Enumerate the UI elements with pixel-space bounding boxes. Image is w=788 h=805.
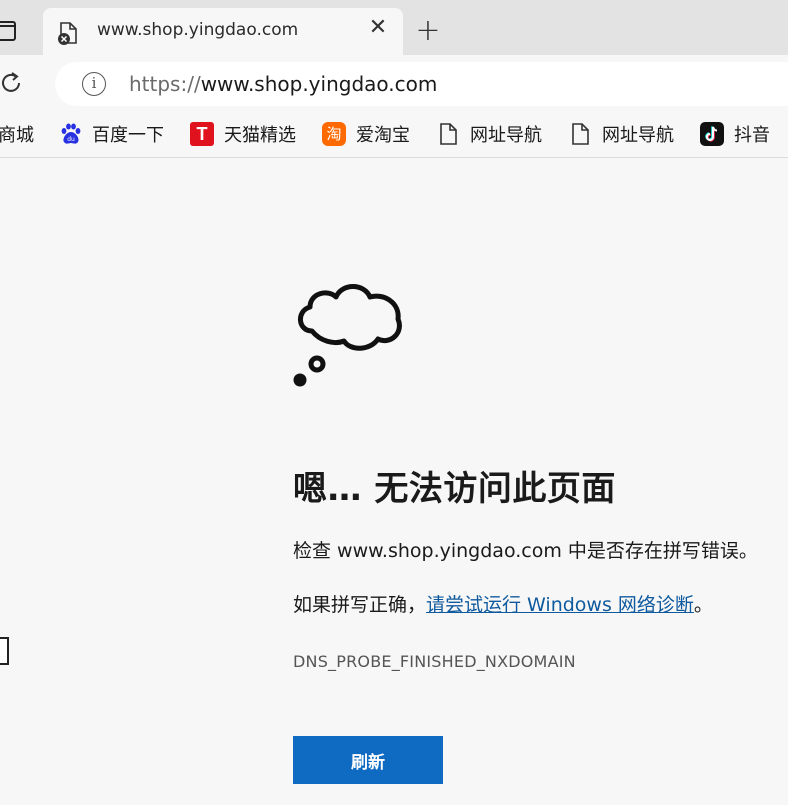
thought-cloud-icon <box>293 284 402 387</box>
active-tab[interactable]: www.shop.yingdao.com ✕ <box>43 8 403 55</box>
error-heading: 嗯… 无法访问此页面 <box>293 469 616 509</box>
url-host: www.shop.yingdao.com <box>200 72 438 96</box>
bookmark-label: 网址导航 <box>602 125 674 146</box>
network-diagnostics-link[interactable]: 请尝试运行 Windows 网络诊断 <box>426 594 694 616</box>
page-icon <box>572 123 589 145</box>
bookmark-tmall[interactable]: T 天猫精选 <box>190 122 296 146</box>
bookmark-label: 爱淘宝 <box>356 125 410 146</box>
bookmark-shopping-mall[interactable]: 商城 <box>0 122 34 146</box>
bookmark-nav-1[interactable]: 网址导航 <box>436 122 542 146</box>
hint-prefix: 如果拼写正确， <box>293 594 427 616</box>
bookmark-label: 天猫精选 <box>224 125 296 146</box>
new-tab-icon[interactable]: + <box>413 16 443 47</box>
bookmark-label: 网址导航 <box>470 125 542 146</box>
taobao-icon: 淘 <box>322 122 346 146</box>
address-input[interactable]: https://www.shop.yingdao.com <box>129 72 437 96</box>
site-info-icon[interactable]: i <box>82 72 106 96</box>
navigation-bar: i https://www.shop.yingdao.com <box>0 55 788 110</box>
error-spelling-hint: 检查 www.shop.yingdao.com 中是否存在拼写错误。 <box>293 540 758 562</box>
error-code: DNS_PROBE_FINISHED_NXDOMAIN <box>293 652 576 671</box>
baidu-paw-icon: du <box>61 123 81 144</box>
refresh-button[interactable]: 刷新 <box>293 736 443 784</box>
tab-strip: www.shop.yingdao.com ✕ + <box>0 0 788 55</box>
bookmark-label: 抖音 <box>734 125 770 146</box>
error-page: 嗯… 无法访问此页面 检查 www.shop.yingdao.com 中是否存在… <box>0 159 788 805</box>
bookmarks-bar: 商城 du 百度一下 T 天猫精选 淘 爱淘宝 网址导航 网址导航 抖音 <box>0 110 788 158</box>
tiktok-icon <box>700 122 724 146</box>
bookmark-taobao[interactable]: 淘 爱淘宝 <box>322 122 410 146</box>
page-icon <box>440 123 457 145</box>
address-bar[interactable]: i https://www.shop.yingdao.com <box>55 62 788 106</box>
bookmark-label: 商城 <box>0 125 34 146</box>
error-diagnostics-hint: 如果拼写正确，请尝试运行 Windows 网络诊断。 <box>293 590 713 617</box>
tab-title: www.shop.yingdao.com <box>97 20 299 40</box>
bookmark-douyin[interactable]: 抖音 <box>700 122 770 146</box>
tab-actions-icon[interactable] <box>0 21 16 41</box>
bookmark-label: 百度一下 <box>92 125 164 146</box>
url-scheme: https:// <box>129 72 201 96</box>
close-icon[interactable]: ✕ <box>367 17 389 39</box>
bookmark-nav-2[interactable]: 网址导航 <box>568 122 674 146</box>
bookmark-baidu[interactable]: du 百度一下 <box>58 122 164 146</box>
tmall-icon: T <box>190 122 214 146</box>
refresh-icon[interactable] <box>0 70 24 96</box>
page-error-icon <box>58 22 77 45</box>
side-panel-handle[interactable] <box>0 637 9 665</box>
hint-suffix: 。 <box>693 594 713 616</box>
svg-text:du: du <box>67 136 75 143</box>
